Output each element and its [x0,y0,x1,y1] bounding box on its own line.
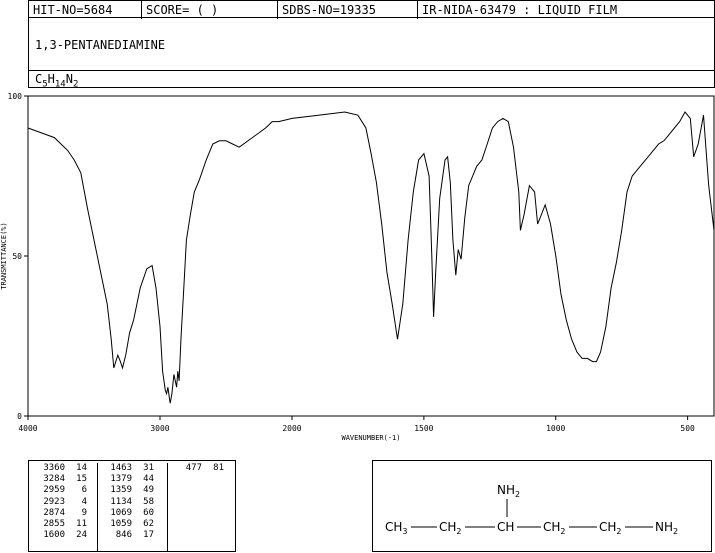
x-tick-label: 2000 [282,424,301,433]
peak-wavenumber: 2959 [43,485,65,496]
peak-transmittance: 14 [76,463,87,473]
peak-row: 3284 15 [31,474,103,485]
plot-frame [27,95,715,417]
x-tick-label: 1500 [414,424,433,433]
peak-row: 1359 49 [98,485,170,496]
peak-transmittance: 81 [213,463,224,473]
y-tick-label: 50 [12,252,22,261]
transmittance-series-line [27,111,715,404]
amine-top-label: NH2 [497,483,520,499]
peak-wavenumber: 2923 [43,496,65,507]
peak-transmittance: 58 [143,496,154,507]
peak-transmittance: 60 [143,507,154,518]
peak-row: 1059 62 [98,519,170,530]
y-axis-label: TRANSMITTANCE(%) [0,222,8,289]
structure-svg: NH2 CH3 CH2 CH CH2 CH2 NH2 [385,483,678,536]
peak-transmittance: 9 [81,507,87,518]
peak-column-2: 1463 31 1379 44 1359 49 1134 58 1069 60 1059 62 846 1… [97,463,170,551]
peak-wavenumber: 1069 [110,507,132,518]
peak-transmittance: 24 [76,530,87,541]
peak-row: 3360 14 [31,463,103,474]
peak-row: 1379 44 [98,474,170,485]
x-tick-label: 1000 [546,424,565,433]
peak-transmittance: 11 [76,518,87,529]
peak-transmittance: 15 [76,474,87,485]
x-tick-label: 3000 [150,424,169,433]
peak-wavenumber: 3284 [43,474,65,485]
peak-transmittance: 49 [143,485,154,496]
x-axis-label: WAVENUMBER(-1) [341,434,400,442]
peak-row: 2959 6 [31,485,103,496]
chain-ch2-c: CH2 [599,520,622,536]
peak-column-1: 3360 14 3284 15 2959 6 2923 4 2874 9 2855 11 1600 24 [31,463,103,551]
peak-column-3: 477 81 [167,463,240,551]
ir-spectrum-chart: 4000 3000 2000 1500 1000 500 0 50 100 WAVENUMBE… [0,92,715,442]
x-tick-label: 4000 [18,424,37,433]
peak-row: 2855 11 [31,519,103,530]
peak-wavenumber: 1379 [110,474,132,485]
y-tick-label: 0 [17,412,22,421]
y-tick-label: 100 [8,92,23,101]
chain-ch3: CH3 [385,520,408,536]
peak-wavenumber: 1059 [110,518,132,529]
peak-wavenumber: 1463 [110,463,132,473]
peak-row: 1600 24 [31,530,103,541]
peak-row: 477 81 [168,463,240,474]
peak-transmittance: 44 [143,474,154,485]
chain-nh2: NH2 [655,520,678,536]
chain-ch2-a: CH2 [439,520,462,536]
peak-row: 1069 60 [98,508,170,519]
peak-table: 3360 14 3284 15 2959 6 2923 4 2874 9 2855 11 1600 24 … [28,460,236,552]
x-axis-ticks: 4000 3000 2000 1500 1000 500 [18,416,695,433]
y-axis-ticks: 0 50 100 [8,92,28,421]
peak-transmittance: 4 [81,496,87,507]
peak-row: 2923 4 [31,497,103,508]
peak-transmittance: 17 [143,530,154,541]
x-tick-label: 500 [680,424,695,433]
chain-ch: CH [497,520,514,534]
peak-wavenumber: 846 [115,530,132,541]
peak-wavenumber: 1134 [110,496,132,507]
peak-transmittance: 6 [81,485,87,496]
peak-row: 2874 9 [31,508,103,519]
peak-transmittance: 31 [143,463,154,473]
peak-wavenumber: 1359 [110,485,132,496]
peak-wavenumber: 477 [185,463,202,473]
peak-row: 1463 31 [98,463,170,474]
peak-wavenumber: 1600 [43,530,65,541]
peak-wavenumber: 2855 [43,518,65,529]
chain-ch2-b: CH2 [543,520,566,536]
peak-row: 846 17 [98,530,170,541]
peak-row: 1134 58 [98,497,170,508]
structure-diagram: NH2 CH3 CH2 CH CH2 CH2 NH2 [372,460,712,552]
peak-wavenumber: 2874 [43,507,65,518]
peak-wavenumber: 3360 [43,463,65,473]
peak-transmittance: 62 [143,518,154,529]
